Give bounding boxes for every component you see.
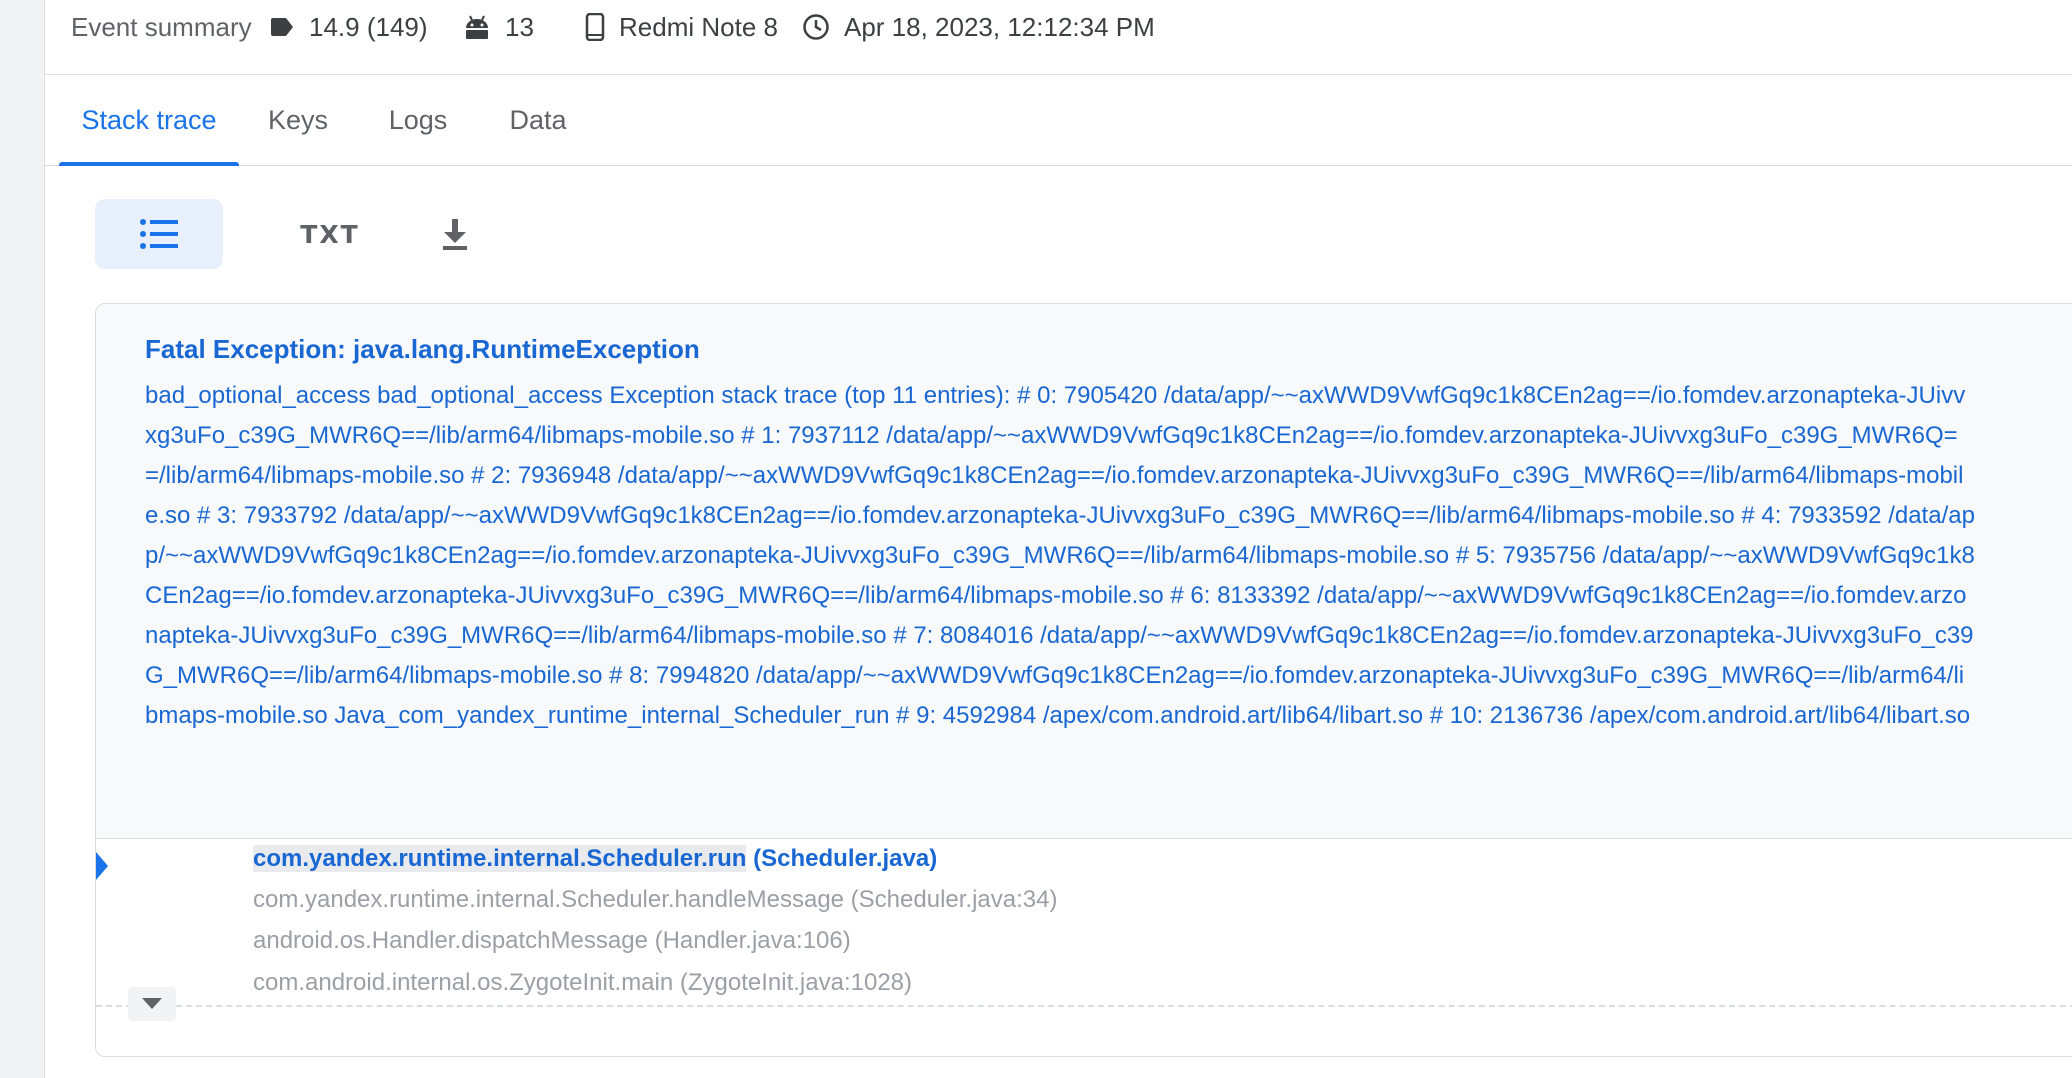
expand-frames-button[interactable] xyxy=(128,987,176,1021)
tab-keys[interactable]: Keys xyxy=(235,75,361,165)
device-info: Redmi Note 8 xyxy=(585,0,778,54)
exception-title: Fatal Exception: java.lang.RuntimeExcept… xyxy=(145,334,700,364)
clock-icon xyxy=(803,14,829,40)
tab-stack-trace[interactable]: Stack trace xyxy=(59,75,239,166)
txt-view-button[interactable]: TXT xyxy=(285,199,375,269)
device-name: Redmi Note 8 xyxy=(619,11,778,42)
version-info: 14.9 (149) xyxy=(269,0,428,54)
stack-frame[interactable]: com.yandex.runtime.internal.Scheduler.ru… xyxy=(253,845,937,873)
exception-message: bad_optional_access bad_optional_access … xyxy=(145,382,1975,729)
chevron-down-icon xyxy=(142,998,162,1009)
android-icon xyxy=(466,15,488,39)
download-button[interactable] xyxy=(415,199,495,269)
event-summary-title: Event summary xyxy=(71,11,252,42)
stack-frame[interactable]: com.yandex.runtime.internal.Scheduler.ha… xyxy=(253,886,1057,914)
collapsed-frames-divider xyxy=(96,1005,2072,1007)
frame-method: com.yandex.runtime.internal.Scheduler.ru… xyxy=(253,845,747,872)
download-icon xyxy=(443,219,467,250)
txt-label: TXT xyxy=(300,219,360,249)
app-version: 14.9 (149) xyxy=(309,11,428,42)
tab-logs[interactable]: Logs xyxy=(355,75,481,165)
list-icon xyxy=(140,219,178,249)
label-icon xyxy=(271,18,293,36)
stack-frames: com.yandex.runtime.internal.Scheduler.ru… xyxy=(96,839,2072,1056)
stack-frame[interactable]: com.android.internal.os.ZygoteInit.main … xyxy=(253,969,912,997)
list-view-button[interactable] xyxy=(95,199,223,269)
exception-header: Fatal Exception: java.lang.RuntimeExcept… xyxy=(96,304,2072,839)
tab-bar: Stack trace Keys Logs Data xyxy=(45,75,2072,166)
timestamp-info: Apr 18, 2023, 12:12:34 PM xyxy=(802,0,1155,54)
android-version-info: 13 xyxy=(463,0,534,54)
event-summary-bar: Event summary 14.9 (149) 13 Redmi Note 8… xyxy=(45,0,2072,75)
tab-data[interactable]: Data xyxy=(475,75,601,165)
frame-location: (Scheduler.java) xyxy=(746,845,938,872)
frame-marker-icon xyxy=(96,852,108,880)
android-version: 13 xyxy=(505,11,534,42)
left-rail xyxy=(0,0,45,1078)
event-panel: Event summary 14.9 (149) 13 Redmi Note 8… xyxy=(45,0,2072,1078)
stack-frame[interactable]: android.os.Handler.dispatchMessage (Hand… xyxy=(253,927,851,955)
phone-icon xyxy=(585,13,605,41)
event-timestamp: Apr 18, 2023, 12:12:34 PM xyxy=(844,11,1155,42)
stack-trace-card: Fatal Exception: java.lang.RuntimeExcept… xyxy=(95,303,2072,1057)
